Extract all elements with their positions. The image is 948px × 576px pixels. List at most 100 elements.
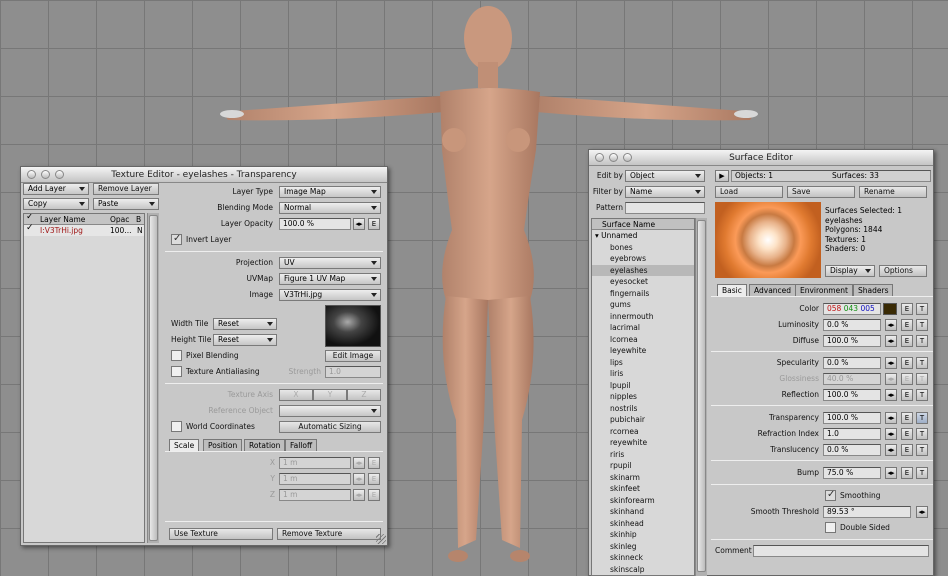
surface-list-item[interactable]: liris	[592, 368, 694, 380]
remove-layer-button[interactable]: Remove Layer	[93, 183, 159, 195]
slider-arrows-icon[interactable]: ◂▸	[885, 319, 897, 331]
tab-rotation[interactable]: Rotation	[244, 439, 286, 451]
slider-arrows-icon[interactable]: ◂▸	[885, 467, 897, 479]
close-icon[interactable]	[27, 170, 36, 179]
check-icon[interactable]: ✓	[26, 223, 34, 233]
texture-button[interactable]: T	[916, 389, 928, 401]
translucency-field[interactable]: 0.0 %	[823, 444, 881, 456]
reflection-field[interactable]: 100.0 %	[823, 389, 881, 401]
pattern-input[interactable]	[625, 202, 705, 214]
texture-button[interactable]: T	[916, 335, 928, 347]
surface-list-item[interactable]: eyebrows	[592, 253, 694, 265]
surface-list-item[interactable]: lpupil	[592, 380, 694, 392]
surface-list-item[interactable]: reyewhite	[592, 437, 694, 449]
image-thumbnail[interactable]	[325, 305, 381, 347]
strength-field[interactable]: 1.0	[325, 366, 381, 378]
surface-list-item[interactable]: gums	[592, 299, 694, 311]
minimize-icon[interactable]	[609, 153, 618, 162]
height-tile-dropdown[interactable]: Reset	[213, 334, 277, 346]
surface-list-item[interactable]: skinscalp	[592, 564, 694, 576]
surface-list-item[interactable]: lips	[592, 357, 694, 369]
surface-list-item[interactable]: eyelashes	[592, 264, 694, 276]
surface-list-item[interactable]: lacrimal	[592, 322, 694, 334]
tab-scale[interactable]: Scale	[169, 439, 200, 451]
surface-list-item[interactable]: riris	[592, 449, 694, 461]
surface-list-item[interactable]: skinforearm	[592, 495, 694, 507]
options-button[interactable]: Options	[879, 265, 927, 277]
diffuse-field[interactable]: 100.0 %	[823, 335, 881, 347]
surface-list-item[interactable]: skinhead	[592, 518, 694, 530]
luminosity-field[interactable]: 0.0 %	[823, 319, 881, 331]
invert-layer-checkbox[interactable]	[171, 233, 182, 245]
surface-list-item[interactable]: nipples	[592, 391, 694, 403]
uvmap-dropdown[interactable]: Figure 1 UV Map	[279, 273, 381, 285]
surface-list-item[interactable]: rpupil	[592, 460, 694, 472]
axis-x-button[interactable]: X	[279, 389, 313, 401]
pixel-blending-checkbox[interactable]	[171, 350, 182, 361]
axis-z-button[interactable]: Z	[347, 389, 381, 401]
layer-type-dropdown[interactable]: Image Map	[279, 186, 381, 198]
scale-y-field[interactable]: 1 m	[279, 473, 351, 485]
blending-mode-dropdown[interactable]: Normal	[279, 202, 381, 214]
world-coordinates-checkbox[interactable]	[171, 421, 182, 432]
texture-button[interactable]: T	[916, 444, 928, 456]
envelope-button[interactable]: E	[901, 373, 913, 385]
layer-row[interactable]: ✓ I:V3TrHi.jpg 100... N	[24, 223, 144, 236]
texture-button[interactable]: T	[916, 467, 928, 479]
texture-button[interactable]: T	[916, 373, 928, 385]
tab-position[interactable]: Position	[203, 439, 243, 451]
surface-list-item[interactable]: skinhip	[592, 529, 694, 541]
double-sided-checkbox[interactable]	[825, 522, 836, 533]
envelope-button[interactable]: E	[368, 457, 380, 469]
tab-basic[interactable]: Basic	[717, 284, 747, 296]
scroll-thumb[interactable]	[149, 215, 158, 541]
slider-arrows-icon[interactable]: ◂▸	[353, 218, 365, 230]
texture-button[interactable]: T	[916, 428, 928, 440]
slider-arrows-icon[interactable]: ◂▸	[353, 489, 365, 501]
load-button[interactable]: Load	[715, 186, 783, 198]
envelope-button[interactable]: E	[901, 335, 913, 347]
surface-list-item[interactable]: fingernails	[592, 288, 694, 300]
tab-environment[interactable]: Environment	[795, 284, 853, 296]
slider-arrows-icon[interactable]: ◂▸	[885, 357, 897, 369]
reference-object-dropdown[interactable]	[279, 405, 381, 417]
surface-list-item[interactable]: nostrils	[592, 403, 694, 415]
envelope-button[interactable]: E	[368, 473, 380, 485]
slider-arrows-icon[interactable]: ◂▸	[916, 506, 928, 518]
texture-antialiasing-checkbox[interactable]	[171, 366, 182, 377]
smoothing-checkbox[interactable]	[825, 489, 836, 501]
surface-list-item[interactable]: rcornea	[592, 426, 694, 438]
surface-list-item[interactable]: eyesocket	[592, 276, 694, 288]
surface-list-item[interactable]: skinhand	[592, 506, 694, 518]
automatic-sizing-button[interactable]: Automatic Sizing	[279, 421, 381, 433]
surface-list-item[interactable]: bones	[592, 242, 694, 254]
tab-falloff[interactable]: Falloff	[285, 439, 318, 451]
refraction-index-field[interactable]: 1.0	[823, 428, 881, 440]
slider-arrows-icon[interactable]: ◂▸	[885, 428, 897, 440]
add-layer-dropdown[interactable]: Add Layer	[23, 183, 89, 195]
edit-image-button[interactable]: Edit Image	[325, 350, 381, 362]
layer-list-scrollbar[interactable]	[147, 213, 159, 543]
texture-button[interactable]: T	[916, 303, 928, 315]
paste-dropdown[interactable]: Paste	[93, 198, 159, 210]
texture-button[interactable]: T	[916, 319, 928, 331]
zoom-icon[interactable]	[623, 153, 632, 162]
slider-arrows-icon[interactable]: ◂▸	[885, 373, 897, 385]
bump-field[interactable]: 75.0 %	[823, 467, 881, 479]
envelope-button[interactable]: E	[368, 218, 380, 230]
rename-button[interactable]: Rename	[859, 186, 927, 198]
transparency-field[interactable]: 100.0 %	[823, 412, 881, 424]
scale-x-field[interactable]: 1 m	[279, 457, 351, 469]
surface-editor-titlebar[interactable]: Surface Editor	[589, 150, 933, 166]
remove-texture-button[interactable]: Remove Texture	[277, 528, 381, 540]
image-dropdown[interactable]: V3TrHi.jpg	[279, 289, 381, 301]
display-dropdown[interactable]: Display	[825, 265, 875, 277]
envelope-button[interactable]: E	[901, 444, 913, 456]
specularity-field[interactable]: 0.0 %	[823, 357, 881, 369]
envelope-button[interactable]: E	[901, 389, 913, 401]
layer-opacity-field[interactable]: 100.0 %	[279, 218, 351, 230]
scale-z-field[interactable]: 1 m	[279, 489, 351, 501]
envelope-button[interactable]: E	[901, 467, 913, 479]
width-tile-dropdown[interactable]: Reset	[213, 318, 277, 330]
texture-editor-titlebar[interactable]: Texture Editor - eyelashes - Transparenc…	[21, 167, 387, 183]
